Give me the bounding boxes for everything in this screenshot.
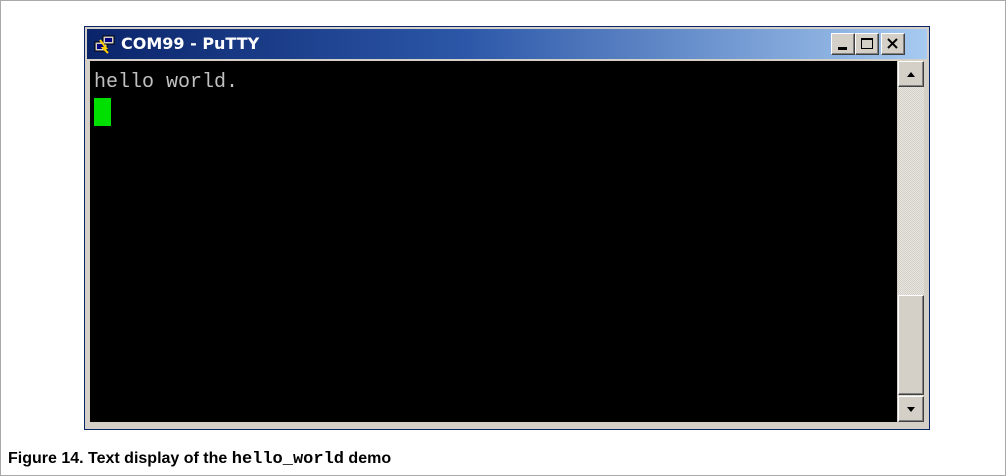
putty-icon[interactable] — [94, 34, 116, 54]
caption-prefix: Figure 14. Text display of the — [8, 450, 232, 467]
scroll-up-button[interactable] — [898, 61, 924, 87]
close-icon — [887, 38, 898, 49]
terminal-line: hello world. — [94, 71, 239, 94]
caption-code: hello_world — [231, 450, 344, 469]
minimize-button[interactable] — [831, 33, 855, 55]
title-bar[interactable]: COM99 - PuTTY — [87, 29, 927, 59]
window-title: COM99 - PuTTY — [121, 34, 260, 53]
scroll-down-button[interactable] — [898, 396, 924, 422]
close-button[interactable] — [881, 33, 905, 55]
arrow-up-icon — [907, 72, 915, 77]
putty-window: COM99 - PuTTY hello world. — [84, 26, 930, 430]
maximize-icon — [861, 38, 873, 49]
vertical-scrollbar[interactable] — [898, 61, 924, 422]
minimize-icon — [838, 47, 847, 50]
caption-suffix: demo — [343, 450, 392, 467]
scrollbar-thumb[interactable] — [898, 295, 924, 395]
terminal-cursor — [94, 98, 111, 126]
terminal-area[interactable]: hello world. — [90, 61, 897, 422]
figure-caption: Figure 14. Text display of the hello_wor… — [8, 448, 391, 471]
arrow-down-icon — [907, 407, 915, 412]
maximize-button[interactable] — [855, 33, 879, 55]
